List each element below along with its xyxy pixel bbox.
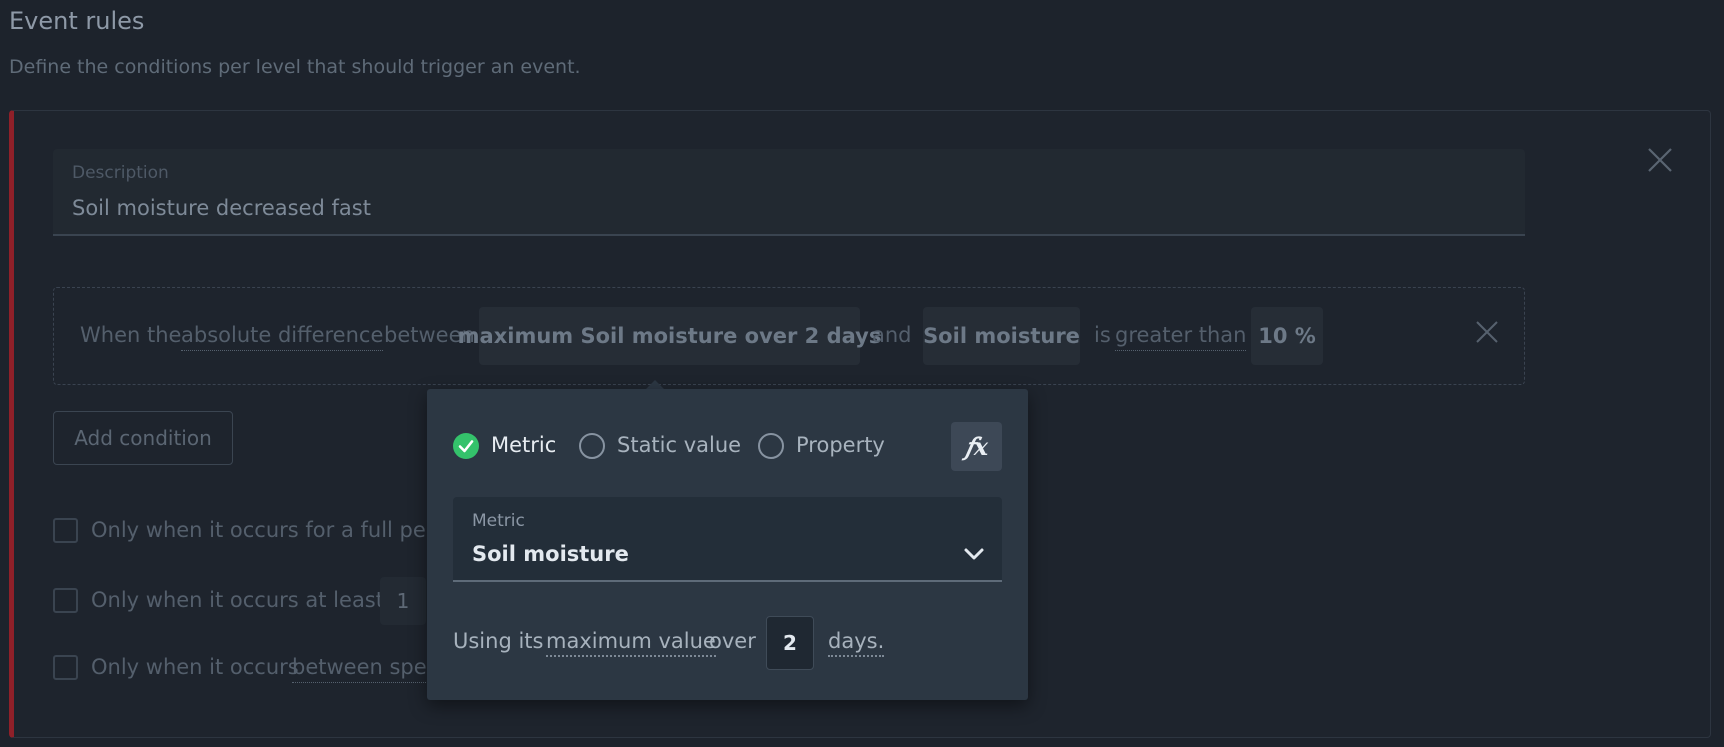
period-unit-selector[interactable]: days. xyxy=(828,629,885,657)
chevron-down-icon[interactable] xyxy=(962,544,986,564)
option-between-checkbox[interactable] xyxy=(53,655,78,680)
close-rule-icon[interactable] xyxy=(1646,146,1674,174)
radio-metric[interactable] xyxy=(453,433,479,459)
condition-function[interactable]: absolute difference xyxy=(181,323,384,351)
description-value: Soil moisture decreased fast xyxy=(72,196,371,220)
using-prefix: Using its xyxy=(453,629,544,653)
metric-select[interactable] xyxy=(453,497,1002,582)
condition-prefix: When the xyxy=(80,323,182,347)
using-over: over xyxy=(709,629,756,653)
option-full-period-checkbox[interactable] xyxy=(53,518,78,543)
threshold-chip[interactable]: 10 % xyxy=(1251,307,1323,365)
option-at-least-label: Only when it occurs at least xyxy=(91,588,384,612)
add-condition-button[interactable]: Add condition xyxy=(53,411,233,465)
option-full-period-label: Only when it occurs for a full peri xyxy=(91,518,441,542)
condition-and: and xyxy=(872,323,912,347)
function-icon-glyph: 𝑓x xyxy=(964,432,989,461)
radio-static-value[interactable] xyxy=(579,433,605,459)
operand-a-chip[interactable]: maximum Soil moisture over 2 days xyxy=(458,307,881,365)
condition-is: is xyxy=(1094,323,1111,347)
period-input[interactable]: 2 xyxy=(766,616,814,670)
occurrence-count-input[interactable]: 1 xyxy=(380,577,426,625)
option-between-link[interactable]: between spec xyxy=(292,655,439,683)
operand-b-chip[interactable]: Soil moisture xyxy=(923,307,1080,365)
metric-select-label: Metric xyxy=(472,511,525,531)
page-title: Event rules xyxy=(9,7,145,35)
radio-property-label[interactable]: Property xyxy=(796,433,885,457)
condition-comparator[interactable]: greater than xyxy=(1115,323,1247,351)
page-subtitle: Define the conditions per level that sho… xyxy=(9,56,581,78)
radio-property[interactable] xyxy=(758,433,784,459)
option-at-least-checkbox[interactable] xyxy=(53,588,78,613)
aggregate-selector[interactable]: maximum value xyxy=(546,629,716,657)
radio-metric-label[interactable]: Metric xyxy=(491,433,556,457)
option-between-label: Only when it occurs xyxy=(91,655,299,679)
function-icon[interactable]: 𝑓x xyxy=(951,422,1002,471)
metric-select-value: Soil moisture xyxy=(472,542,629,566)
description-label: Description xyxy=(72,163,169,183)
radio-static-value-label[interactable]: Static value xyxy=(617,433,741,457)
remove-condition-icon[interactable] xyxy=(1474,319,1500,345)
description-field[interactable] xyxy=(53,149,1525,236)
check-icon xyxy=(458,440,474,453)
